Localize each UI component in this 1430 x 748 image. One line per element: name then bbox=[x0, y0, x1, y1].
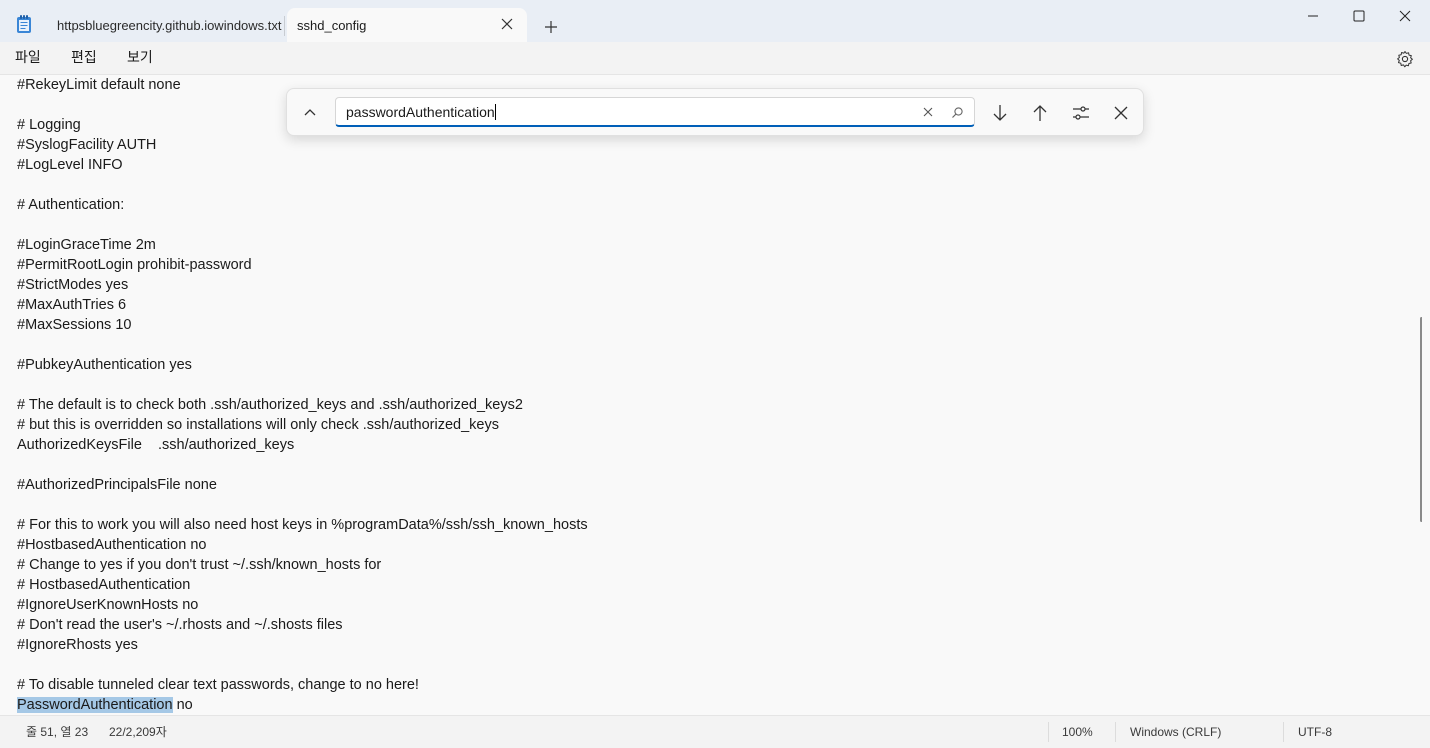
text-caret bbox=[494, 104, 496, 120]
editor-line: # Authentication: bbox=[17, 197, 125, 213]
tab-label: httpsbluegreencity.github.iowindows.txt bbox=[57, 17, 282, 33]
menu-file[interactable]: 파일 bbox=[15, 42, 41, 75]
zoom-level[interactable]: 100% bbox=[1062, 716, 1093, 748]
tab-divider bbox=[284, 16, 285, 36]
editor-line: #MaxAuthTries 6 bbox=[17, 297, 127, 313]
editor-line: #SyslogFacility AUTH bbox=[17, 137, 157, 153]
editor-line: # Change to yes if you don't trust ~/.ss… bbox=[17, 557, 382, 573]
settings-gear-icon[interactable] bbox=[1396, 50, 1414, 68]
search-icon[interactable] bbox=[951, 106, 964, 119]
editor-line: # The default is to check both .ssh/auth… bbox=[17, 397, 523, 413]
editor-line: AuthorizedKeysFile .ssh/authorized_keys bbox=[17, 437, 295, 453]
editor-line: #LogLevel INFO bbox=[17, 157, 123, 173]
cursor-position: 줄 51, 열 23 bbox=[26, 725, 89, 739]
editor-line: # HostbasedAuthentication bbox=[17, 577, 191, 593]
editor-line: #HostbasedAuthentication no bbox=[17, 537, 207, 553]
editor-line: #IgnoreRhosts yes bbox=[17, 637, 138, 653]
notepad-app-icon bbox=[17, 15, 31, 33]
close-window-button[interactable] bbox=[1382, 0, 1428, 32]
status-divider bbox=[1115, 722, 1116, 742]
editor-line: #AuthorizedPrincipalsFile none bbox=[17, 477, 217, 493]
menu-bar: 파일 편집 보기 bbox=[0, 42, 1430, 75]
editor-line: #PermitRootLogin prohibit-password bbox=[17, 257, 252, 273]
status-divider bbox=[1048, 722, 1049, 742]
vertical-scrollbar[interactable] bbox=[1420, 317, 1422, 522]
selection-count: 22/2,209자 bbox=[109, 725, 167, 739]
close-tab-icon[interactable] bbox=[501, 18, 513, 30]
editor-line: # but this is overridden so installation… bbox=[17, 417, 499, 433]
editor-line: #StrictModes yes bbox=[17, 277, 129, 293]
match-line-rest: no bbox=[172, 697, 193, 713]
title-bar: httpsbluegreencity.github.iowindows.txt … bbox=[0, 0, 1430, 42]
toggle-replace-chevron-up-icon[interactable] bbox=[299, 102, 321, 124]
editor-line: #RekeyLimit default none bbox=[17, 77, 181, 93]
editor-line-match: PasswordAuthentication no bbox=[17, 695, 193, 715]
search-match-highlight: PasswordAuthentication bbox=[17, 697, 173, 713]
tab-inactive-document[interactable]: httpsbluegreencity.github.iowindows.txt bbox=[44, 8, 284, 42]
editor-line: # Don't read the user's ~/.rhosts and ~/… bbox=[17, 617, 343, 633]
status-bar: 줄 51, 열 23 22/2,209자 100% Windows (CRLF)… bbox=[0, 715, 1430, 748]
editor-line: # To disable tunneled clear text passwor… bbox=[17, 677, 419, 693]
editor-line: # Logging bbox=[17, 117, 81, 133]
find-previous-arrow-up-icon[interactable] bbox=[1029, 102, 1051, 124]
editor-line: #MaxSessions 10 bbox=[17, 317, 132, 333]
text-editor[interactable]: #RekeyLimit default none # Logging #Syslog… bbox=[0, 75, 1422, 715]
editor-line: #IgnoreUserKnownHosts no bbox=[17, 597, 199, 613]
maximize-icon bbox=[1353, 10, 1365, 22]
maximize-button[interactable] bbox=[1336, 0, 1382, 32]
find-panel: passwordAuthentication bbox=[286, 88, 1144, 136]
menu-edit[interactable]: 편집 bbox=[71, 42, 97, 75]
encoding[interactable]: UTF-8 bbox=[1298, 716, 1332, 748]
search-options-sliders-icon[interactable] bbox=[1070, 102, 1092, 124]
editor-line: #LoginGraceTime 2m bbox=[17, 237, 156, 253]
find-next-arrow-down-icon[interactable] bbox=[989, 102, 1011, 124]
clear-search-icon[interactable] bbox=[922, 106, 934, 118]
status-divider bbox=[1283, 722, 1284, 742]
editor-line: # For this to work you will also need ho… bbox=[17, 517, 588, 533]
line-ending[interactable]: Windows (CRLF) bbox=[1130, 716, 1221, 748]
tab-active-sshd-config[interactable]: sshd_config bbox=[287, 8, 527, 42]
close-find-icon[interactable] bbox=[1110, 102, 1132, 124]
menu-view[interactable]: 보기 bbox=[127, 42, 153, 75]
editor-line: #PubkeyAuthentication yes bbox=[17, 357, 192, 373]
minimize-button[interactable] bbox=[1290, 0, 1336, 32]
minimize-icon bbox=[1308, 15, 1318, 17]
tab-label: sshd_config bbox=[297, 17, 367, 33]
new-tab-plus-icon[interactable] bbox=[540, 16, 562, 38]
close-icon bbox=[1399, 10, 1411, 22]
find-input[interactable]: passwordAuthentication bbox=[335, 97, 975, 127]
find-query-text: passwordAuthentication bbox=[346, 104, 495, 120]
